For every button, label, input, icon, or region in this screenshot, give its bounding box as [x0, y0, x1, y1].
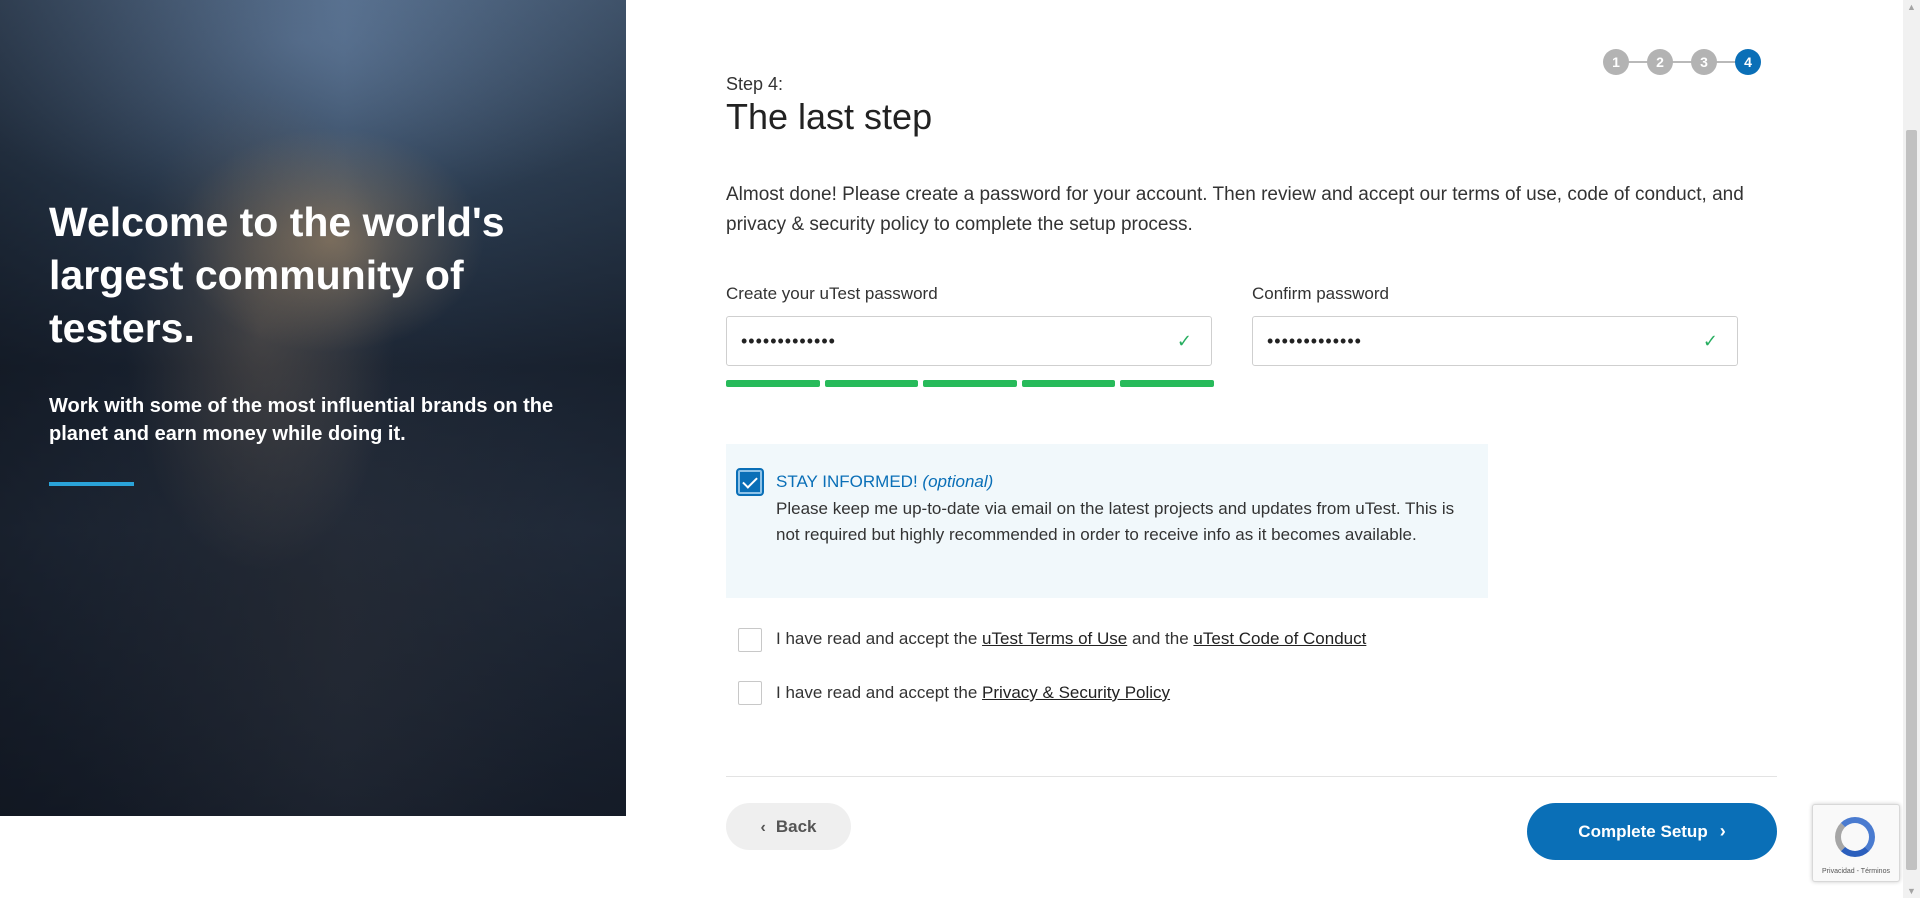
password-label: Create your uTest password [726, 284, 938, 303]
back-label: Back [775, 817, 817, 836]
hero-subtitle: Work with some of the most influential b… [49, 395, 554, 445]
chevron-left-icon: ‹ [760, 819, 766, 836]
strength-segment [923, 380, 1017, 387]
check-icon: ✓ [1702, 331, 1719, 351]
stepper-line [1615, 61, 1749, 63]
step-1-indicator: 1 [1603, 49, 1629, 75]
complete-label: Complete Setup [1578, 822, 1708, 841]
confirm-password-value: ••••••••••••• [1267, 331, 1362, 351]
password-strength-meter [726, 380, 1214, 387]
password-value: ••••••••••••• [741, 331, 836, 351]
stay-informed-text: Please keep me up-to-date via email on t… [776, 499, 1455, 544]
stay-informed-heading: STAY INFORMED! (optional) [776, 472, 993, 492]
recaptcha-badge[interactable]: Privacidad - Términos [1812, 804, 1900, 882]
optional-label: (optional) [922, 472, 994, 491]
check-icon: ✓ [1176, 331, 1193, 351]
step-3-indicator: 3 [1691, 49, 1717, 75]
complete-setup-button[interactable]: Complete Setup › [1527, 803, 1777, 860]
confirm-password-label: Confirm password [1252, 284, 1389, 303]
recaptcha-text[interactable]: Privacidad - Términos [1813, 868, 1899, 875]
terms-checkbox[interactable] [738, 628, 762, 652]
hero-divider [49, 482, 134, 486]
privacy-checkbox[interactable] [738, 681, 762, 705]
step-4-indicator: 4 [1735, 49, 1761, 75]
privacy-policy-link[interactable]: Privacy & Security Policy [982, 683, 1170, 702]
strength-segment [1120, 380, 1214, 387]
scrollbar-thumb[interactable] [1906, 130, 1917, 870]
stay-informed-title: STAY INFORMED! [776, 472, 918, 491]
recaptcha-icon [1835, 817, 1875, 857]
scroll-down-icon[interactable]: ▼ [1907, 886, 1916, 896]
scrollbar[interactable]: ▲ ▼ [1903, 0, 1920, 898]
scroll-up-icon[interactable]: ▲ [1907, 2, 1916, 12]
code-of-conduct-link[interactable]: uTest Code of Conduct [1193, 629, 1366, 648]
terms-label: I have read and accept the uTest Terms o… [776, 629, 1366, 649]
confirm-password-input[interactable]: ••••••••••••• ✓ [1252, 316, 1738, 366]
strength-segment [1021, 380, 1116, 387]
chevron-right-icon: › [1719, 821, 1726, 841]
intro-text: Almost done! Please create a password fo… [726, 184, 1744, 235]
terms-middle: and the [1127, 629, 1194, 648]
hero-panel: Welcome to the world's largest community… [0, 0, 626, 816]
terms-prefix: I have read and accept the [776, 629, 983, 648]
terms-of-use-link[interactable]: uTest Terms of Use [982, 629, 1127, 648]
page-title: The last step [726, 96, 933, 137]
privacy-prefix: I have read and accept the [776, 683, 983, 702]
password-input[interactable]: ••••••••••••• ✓ [726, 316, 1212, 366]
footer-divider [726, 776, 1777, 777]
stay-informed-checkbox[interactable] [738, 470, 762, 494]
step-label: Step 4: [726, 74, 784, 94]
strength-segment [824, 380, 919, 387]
step-2-indicator: 2 [1647, 49, 1673, 75]
back-button[interactable]: ‹ Back [726, 803, 851, 850]
privacy-label: I have read and accept the Privacy & Sec… [776, 683, 1170, 703]
progress-stepper: 1 2 3 4 [1603, 49, 1761, 75]
hero-title: Welcome to the world's largest community… [49, 199, 505, 351]
strength-segment [726, 380, 820, 387]
